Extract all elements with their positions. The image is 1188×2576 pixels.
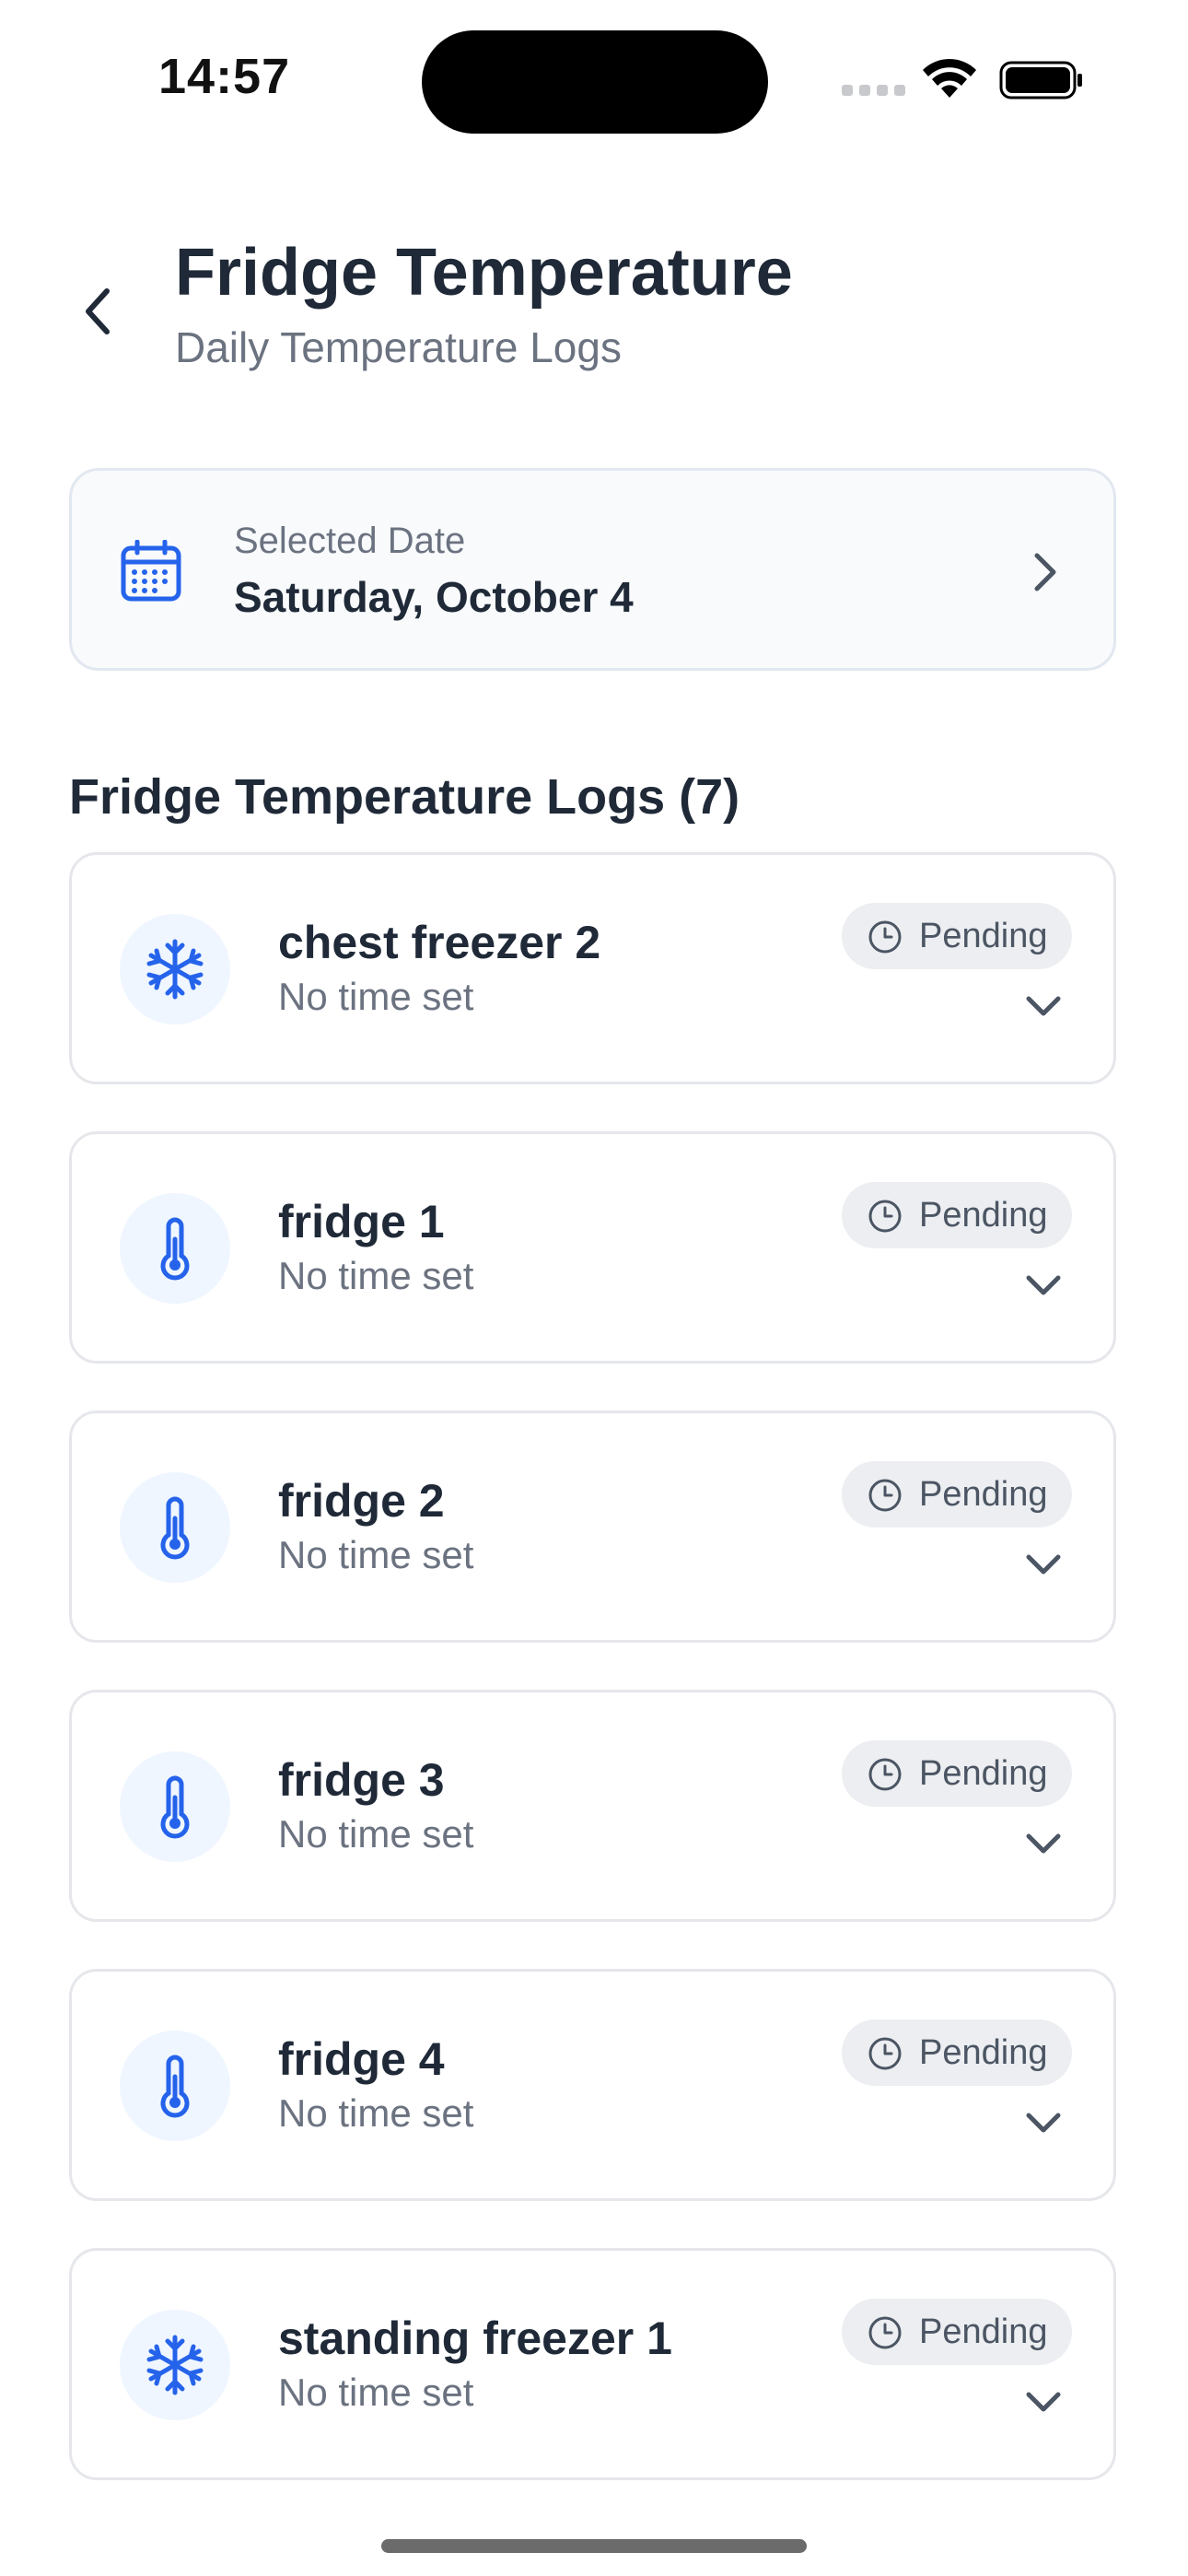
page-subtitle: Daily Temperature Logs — [175, 323, 622, 371]
clock-icon — [868, 1479, 902, 1512]
log-name: fridge 1 — [278, 1196, 445, 1247]
log-time: No time set — [278, 1812, 474, 1856]
chevron-down-icon[interactable] — [1024, 1551, 1063, 1579]
chevron-down-icon[interactable] — [1024, 993, 1063, 1021]
log-card[interactable]: standing freezer 1 No time set Pending — [69, 2248, 1116, 2480]
chevron-down-icon[interactable] — [1024, 2110, 1063, 2137]
clock-icon — [868, 1200, 902, 1233]
log-name: fridge 2 — [278, 1475, 445, 1527]
date-label: Selected Date — [234, 521, 466, 561]
date-selector[interactable]: Selected Date Saturday, October 4 — [69, 468, 1116, 671]
chevron-down-icon[interactable] — [1024, 1831, 1063, 1858]
log-time: No time set — [278, 2371, 474, 2414]
status-badge: Pending — [842, 1461, 1072, 1528]
dynamic-island — [422, 30, 768, 134]
page-title: Fridge Temperature — [175, 236, 793, 310]
status-text: Pending — [919, 1196, 1048, 1235]
log-time: No time set — [278, 1533, 474, 1576]
status-badge: Pending — [842, 1740, 1072, 1807]
thermometer-icon — [120, 1193, 230, 1304]
status-text: Pending — [919, 1475, 1048, 1514]
log-card[interactable]: fridge 2 No time set Pending — [69, 1411, 1116, 1643]
status-badge: Pending — [842, 2020, 1072, 2086]
wifi-icon — [923, 58, 976, 98]
chevron-down-icon[interactable] — [1024, 1272, 1063, 1300]
logs-section-title: Fridge Temperature Logs (7) — [69, 769, 740, 825]
status-badge: Pending — [842, 2299, 1072, 2365]
status-badge: Pending — [842, 903, 1072, 969]
status-text: Pending — [919, 2033, 1048, 2072]
log-name: standing freezer 1 — [278, 2313, 672, 2364]
clock-icon — [868, 2316, 902, 2349]
log-name: fridge 3 — [278, 1754, 445, 1806]
status-bar: 14:57 — [0, 0, 1188, 157]
log-time: No time set — [278, 1254, 474, 1297]
clock-icon — [868, 920, 902, 954]
selected-date: Saturday, October 4 — [234, 573, 634, 621]
log-card[interactable]: fridge 1 No time set Pending — [69, 1131, 1116, 1364]
log-card[interactable]: fridge 4 No time set Pending — [69, 1969, 1116, 2201]
snowflake-icon — [120, 2310, 230, 2420]
snowflake-icon — [120, 914, 230, 1025]
thermometer-icon — [120, 2031, 230, 2141]
log-name: chest freezer 2 — [278, 917, 601, 968]
clock-icon — [868, 2037, 902, 2070]
status-text: Pending — [919, 2313, 1048, 2351]
log-card[interactable]: chest freezer 2 No time set Pending — [69, 852, 1116, 1084]
log-time: No time set — [278, 975, 474, 1018]
status-text: Pending — [919, 1754, 1048, 1793]
chevron-right-icon — [1034, 553, 1056, 591]
status-time: 14:57 — [158, 49, 291, 104]
log-time: No time set — [278, 2091, 474, 2135]
thermometer-icon — [120, 1472, 230, 1583]
battery-icon — [999, 61, 1082, 100]
status-badge: Pending — [842, 1182, 1072, 1248]
back-chevron-icon[interactable] — [77, 284, 120, 339]
status-text: Pending — [919, 917, 1048, 955]
thermometer-icon — [120, 1751, 230, 1862]
clock-icon — [868, 1758, 902, 1791]
calendar-icon — [121, 540, 181, 602]
cellular-signal-icon — [842, 85, 906, 98]
chevron-down-icon[interactable] — [1024, 2389, 1063, 2417]
log-card[interactable]: fridge 3 No time set Pending — [69, 1690, 1116, 1922]
log-name: fridge 4 — [278, 2033, 445, 2085]
home-indicator — [381, 2539, 807, 2553]
